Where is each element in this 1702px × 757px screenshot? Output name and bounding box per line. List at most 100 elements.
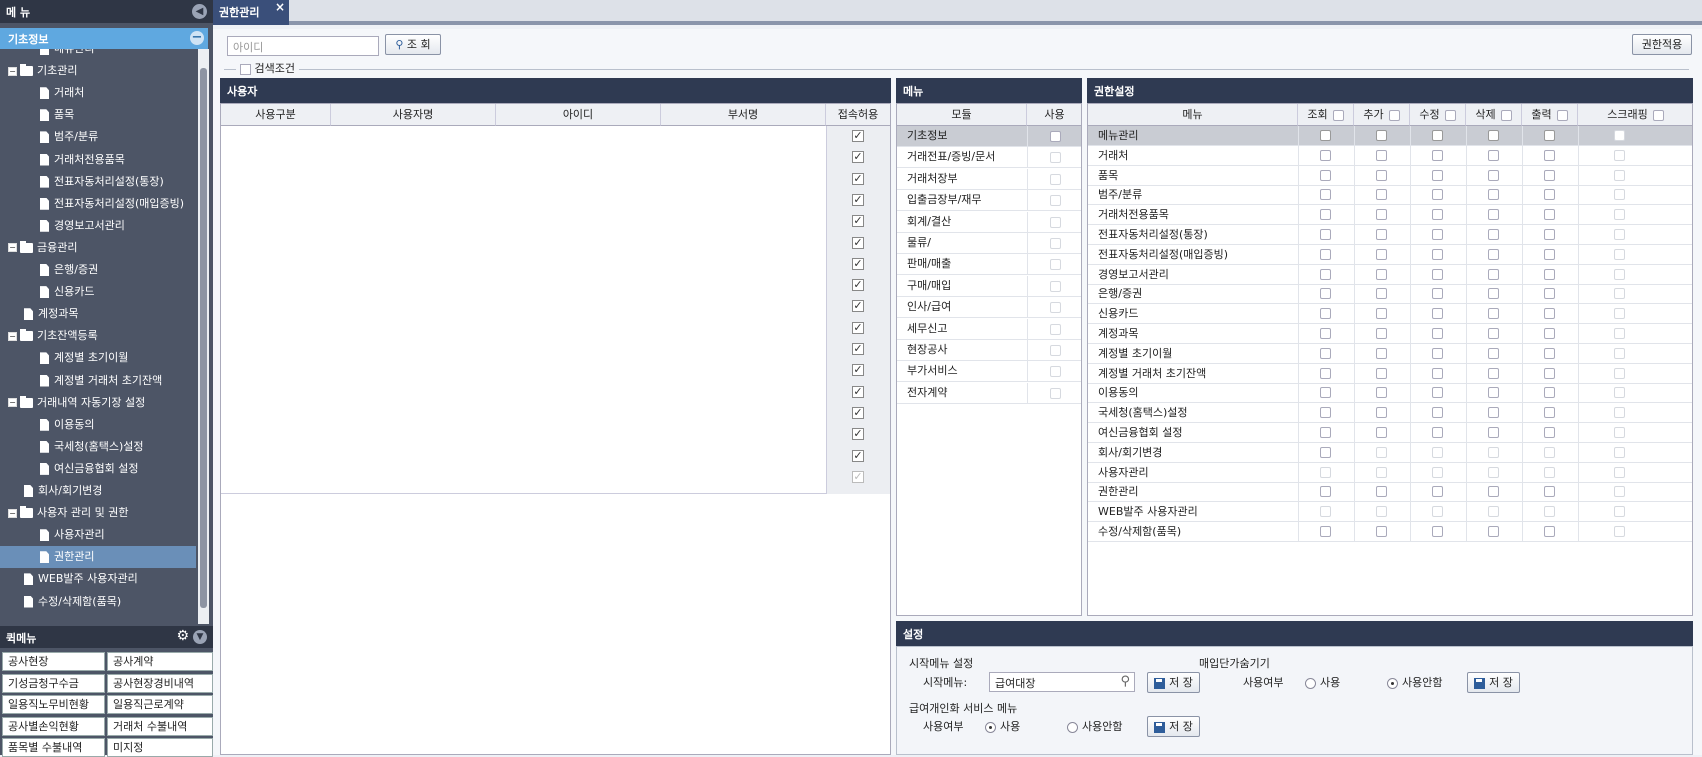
- tree-item[interactable]: 품목: [0, 104, 196, 126]
- permission-checkbox[interactable]: [1614, 209, 1625, 221]
- menu-use-checkbox[interactable]: [1050, 216, 1061, 228]
- permission-checkbox[interactable]: [1544, 130, 1555, 141]
- permission-checkbox[interactable]: [1376, 288, 1387, 300]
- access-allow-checkbox[interactable]: ✓: [852, 215, 864, 228]
- permission-checkbox[interactable]: [1614, 288, 1625, 300]
- permission-checkbox[interactable]: [1432, 288, 1443, 300]
- column-header[interactable]: 삭제: [1466, 104, 1522, 126]
- permission-checkbox[interactable]: [1488, 427, 1499, 438]
- id-search-input[interactable]: 아이디: [227, 36, 379, 56]
- search-icon[interactable]: ⚲: [1120, 674, 1130, 689]
- permission-checkbox[interactable]: [1488, 149, 1499, 161]
- permission-checkbox[interactable]: [1320, 189, 1331, 201]
- start-menu-save-button[interactable]: 저 장: [1147, 672, 1200, 693]
- menu-row[interactable]: 거래처장부: [897, 168, 1081, 190]
- menu-use-checkbox[interactable]: [1050, 302, 1061, 314]
- permission-checkbox[interactable]: [1376, 189, 1387, 201]
- payroll-use-radio[interactable]: 사용: [985, 718, 1020, 734]
- tree-scrollbar-thumb[interactable]: [200, 68, 207, 608]
- permission-checkbox[interactable]: [1614, 427, 1625, 438]
- permission-checkbox[interactable]: [1432, 486, 1443, 498]
- permission-checkbox[interactable]: [1544, 387, 1555, 399]
- menu-use-checkbox[interactable]: [1050, 131, 1061, 142]
- access-allow-checkbox[interactable]: ✓: [852, 321, 864, 334]
- permission-checkbox[interactable]: [1320, 268, 1331, 280]
- tree-item[interactable]: 신용카드: [0, 281, 196, 303]
- permission-checkbox[interactable]: [1432, 387, 1443, 399]
- permission-checkbox[interactable]: [1376, 149, 1387, 161]
- permission-row[interactable]: 사용자관리: [1088, 462, 1692, 483]
- tree-item[interactable]: − 기초관리: [0, 60, 196, 82]
- permission-checkbox[interactable]: [1432, 248, 1443, 260]
- select-all-checkbox[interactable]: [1444, 109, 1456, 121]
- tab-permission-management[interactable]: 권한관리 ×: [213, 0, 289, 25]
- menu-use-checkbox[interactable]: [1050, 387, 1061, 399]
- tree-item[interactable]: − 거래내역 자동기장 설정: [0, 392, 196, 414]
- permission-checkbox[interactable]: [1614, 446, 1625, 458]
- quick-menu-button[interactable]: 공사현장경비내역: [107, 673, 213, 693]
- permission-checkbox[interactable]: [1320, 169, 1331, 181]
- permission-checkbox[interactable]: [1488, 367, 1499, 379]
- permission-checkbox[interactable]: [1614, 367, 1625, 379]
- collapse-left-icon[interactable]: ◀: [192, 4, 207, 19]
- permission-row[interactable]: 계정별 거래처 초기잔액: [1088, 363, 1692, 384]
- search-button[interactable]: ⚲ 조 회: [385, 34, 441, 55]
- access-allow-checkbox[interactable]: ✓: [852, 172, 864, 185]
- permission-checkbox[interactable]: [1488, 506, 1499, 518]
- quick-menu-button[interactable]: 공사별손익현황: [2, 716, 105, 736]
- permission-checkbox[interactable]: [1376, 526, 1387, 537]
- permission-checkbox[interactable]: [1544, 268, 1555, 280]
- column-header[interactable]: 메뉴: [1088, 104, 1298, 126]
- permission-checkbox[interactable]: [1614, 486, 1625, 498]
- permission-checkbox[interactable]: [1376, 407, 1387, 419]
- quick-menu-button[interactable]: 품목별 수불내역: [2, 738, 105, 757]
- permission-checkbox[interactable]: [1432, 506, 1443, 518]
- permission-checkbox[interactable]: [1488, 486, 1499, 498]
- permission-checkbox[interactable]: [1376, 328, 1387, 339]
- quick-menu-button[interactable]: 공사계약: [107, 652, 213, 671]
- select-all-checkbox[interactable]: [1388, 109, 1400, 121]
- permission-checkbox[interactable]: [1432, 466, 1443, 478]
- permission-checkbox[interactable]: [1488, 248, 1499, 260]
- column-header[interactable]: 출력: [1522, 104, 1578, 126]
- payroll-save-button[interactable]: 저 장: [1147, 716, 1200, 737]
- permission-checkbox[interactable]: [1432, 407, 1443, 419]
- tree-item[interactable]: 거래처전용품목: [0, 149, 196, 171]
- menu-row[interactable]: 거래전표/증빙/문서: [897, 147, 1081, 169]
- access-allow-checkbox[interactable]: ✓: [852, 385, 864, 398]
- permission-checkbox[interactable]: [1544, 328, 1555, 339]
- permission-checkbox[interactable]: [1488, 526, 1499, 537]
- permission-checkbox[interactable]: [1488, 387, 1499, 399]
- permission-checkbox[interactable]: [1432, 446, 1443, 458]
- permission-checkbox[interactable]: [1320, 387, 1331, 399]
- access-allow-checkbox[interactable]: ✓: [852, 406, 864, 419]
- permission-checkbox[interactable]: [1376, 268, 1387, 280]
- permission-checkbox[interactable]: [1320, 288, 1331, 300]
- permission-checkbox[interactable]: [1614, 526, 1625, 537]
- permission-row[interactable]: 이용동의: [1088, 383, 1692, 404]
- permission-checkbox[interactable]: [1432, 268, 1443, 280]
- column-header[interactable]: 추가: [1354, 104, 1410, 126]
- access-allow-checkbox[interactable]: ✓: [852, 364, 864, 377]
- access-allow-checkbox[interactable]: ✓: [852, 151, 864, 164]
- permission-checkbox[interactable]: [1544, 367, 1555, 379]
- select-all-checkbox[interactable]: [1500, 109, 1512, 121]
- menu-use-checkbox[interactable]: [1050, 280, 1061, 292]
- tree-item[interactable]: 계정과목: [0, 303, 196, 325]
- permission-checkbox[interactable]: [1376, 169, 1387, 181]
- permission-checkbox[interactable]: [1376, 209, 1387, 221]
- permission-checkbox[interactable]: [1376, 229, 1387, 240]
- permission-checkbox[interactable]: [1376, 466, 1387, 478]
- permission-checkbox[interactable]: [1376, 446, 1387, 458]
- permission-checkbox[interactable]: [1544, 526, 1555, 537]
- tree-item[interactable]: − 금융관리: [0, 237, 196, 259]
- permission-checkbox[interactable]: [1320, 229, 1331, 240]
- tree-item[interactable]: WEB발주 사용자관리: [0, 568, 196, 590]
- permission-checkbox[interactable]: [1376, 248, 1387, 260]
- menu-row[interactable]: 전자계약: [897, 382, 1081, 404]
- permission-checkbox[interactable]: [1614, 189, 1625, 201]
- permission-checkbox[interactable]: [1432, 209, 1443, 221]
- permission-checkbox[interactable]: [1544, 189, 1555, 201]
- quick-menu-button[interactable]: 공사현장: [2, 652, 105, 671]
- menu-row[interactable]: 입출금장부/재무: [897, 190, 1081, 212]
